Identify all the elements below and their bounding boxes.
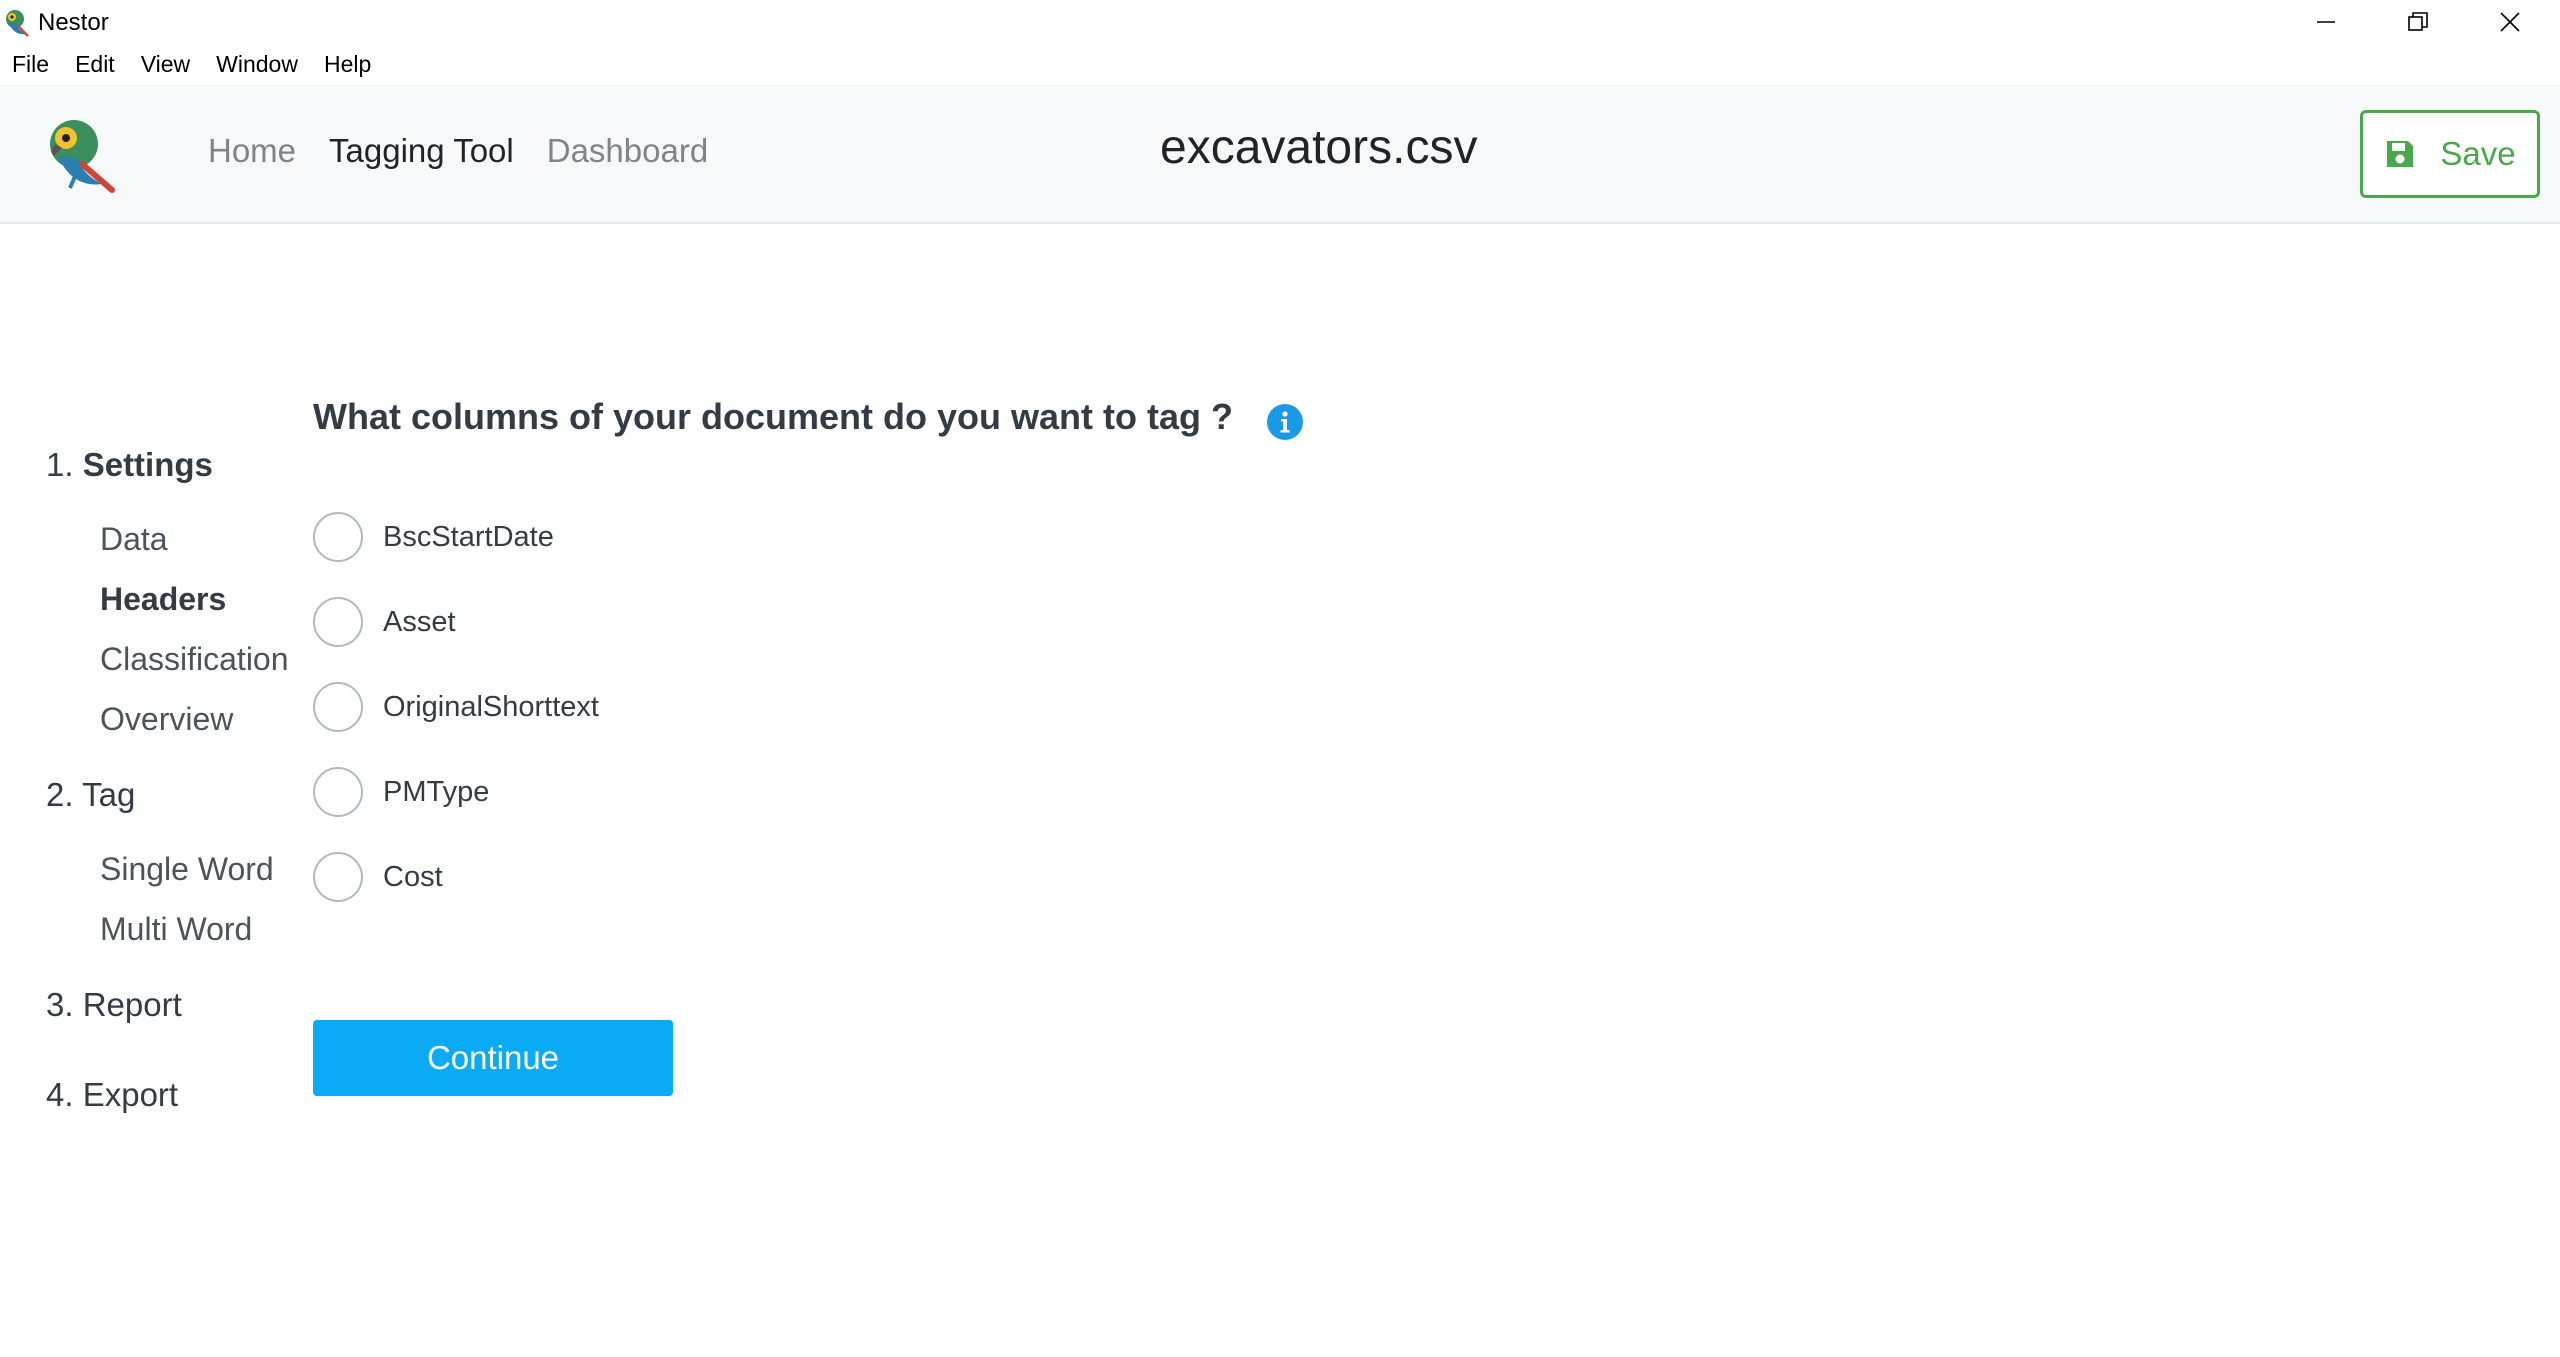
column-option-label: OriginalShorttext bbox=[383, 690, 599, 723]
radio-button[interactable] bbox=[313, 682, 363, 732]
substep-overview[interactable]: Overview bbox=[100, 701, 233, 738]
column-option-label: PMType bbox=[383, 775, 490, 808]
step-label: Export bbox=[82, 1076, 179, 1113]
radio-button[interactable] bbox=[313, 767, 363, 817]
restore-icon bbox=[2408, 12, 2428, 31]
app-header: Home Tagging Tool Dashboard excavators.c… bbox=[0, 84, 2560, 224]
menu-window[interactable]: Window bbox=[216, 51, 298, 78]
menu-edit[interactable]: Edit bbox=[75, 51, 115, 78]
menu-view[interactable]: View bbox=[141, 51, 190, 78]
nav-home[interactable]: Home bbox=[208, 132, 296, 170]
menu-file[interactable]: File bbox=[12, 51, 49, 78]
main-nav: Home Tagging Tool Dashboard bbox=[208, 132, 741, 170]
substep-headers[interactable]: Headers bbox=[100, 581, 226, 618]
radio-button[interactable] bbox=[313, 852, 363, 902]
step-report[interactable]: 3. Report bbox=[46, 986, 182, 1024]
radio-button[interactable] bbox=[313, 597, 363, 647]
save-button[interactable]: Save bbox=[2360, 110, 2540, 198]
column-option-label: BscStartDate bbox=[383, 520, 554, 553]
minimize-button[interactable] bbox=[2280, 0, 2372, 44]
step-label: Settings bbox=[82, 446, 213, 483]
step-tag[interactable]: 2. Tag bbox=[46, 776, 135, 814]
substep-classification[interactable]: Classification bbox=[100, 641, 289, 678]
column-option[interactable]: Cost bbox=[313, 852, 443, 902]
radio-button[interactable] bbox=[313, 512, 363, 562]
column-option-label: Cost bbox=[383, 860, 443, 893]
menu-bar: File Edit View Window Help bbox=[0, 44, 2560, 84]
substep-single-word[interactable]: Single Word bbox=[100, 851, 274, 888]
restore-button[interactable] bbox=[2372, 0, 2464, 44]
window-title-bar: Nestor bbox=[0, 0, 2560, 44]
column-option-label: Asset bbox=[383, 605, 456, 638]
step-label: Tag bbox=[82, 776, 136, 813]
column-option[interactable]: OriginalShorttext bbox=[313, 682, 599, 732]
step-number: 1. bbox=[46, 446, 74, 483]
column-option[interactable]: BscStartDate bbox=[313, 512, 554, 562]
close-icon bbox=[2500, 12, 2520, 32]
column-option[interactable]: PMType bbox=[313, 767, 489, 817]
step-label: Report bbox=[82, 986, 182, 1023]
columns-question: What columns of your document do you wan… bbox=[313, 396, 1233, 437]
step-number: 4. bbox=[46, 1076, 74, 1113]
nav-tagging-tool[interactable]: Tagging Tool bbox=[329, 132, 514, 170]
nav-dashboard[interactable]: Dashboard bbox=[547, 132, 708, 170]
substep-data[interactable]: Data bbox=[100, 521, 168, 558]
column-option[interactable]: Asset bbox=[313, 597, 456, 647]
info-icon[interactable] bbox=[1266, 403, 1304, 441]
nestor-app-icon bbox=[6, 10, 29, 37]
step-number: 3. bbox=[46, 986, 74, 1023]
close-button[interactable] bbox=[2464, 0, 2556, 44]
substep-multi-word[interactable]: Multi Word bbox=[100, 911, 252, 948]
file-title: excavators.csv bbox=[1160, 121, 1478, 174]
menu-help[interactable]: Help bbox=[324, 51, 371, 78]
steps-sidebar: 1. Settings Data Headers Classification … bbox=[0, 224, 300, 1357]
step-number: 2. bbox=[46, 776, 74, 813]
step-settings[interactable]: 1. Settings bbox=[46, 446, 213, 484]
save-button-label: Save bbox=[2440, 135, 2516, 172]
floppy-disk-icon bbox=[2387, 141, 2414, 167]
nestor-logo[interactable] bbox=[38, 114, 118, 194]
window-title: Nestor bbox=[38, 9, 109, 36]
continue-button[interactable]: Continue bbox=[313, 1020, 673, 1096]
step-export[interactable]: 4. Export bbox=[46, 1076, 178, 1114]
minimize-icon bbox=[2317, 21, 2335, 23]
